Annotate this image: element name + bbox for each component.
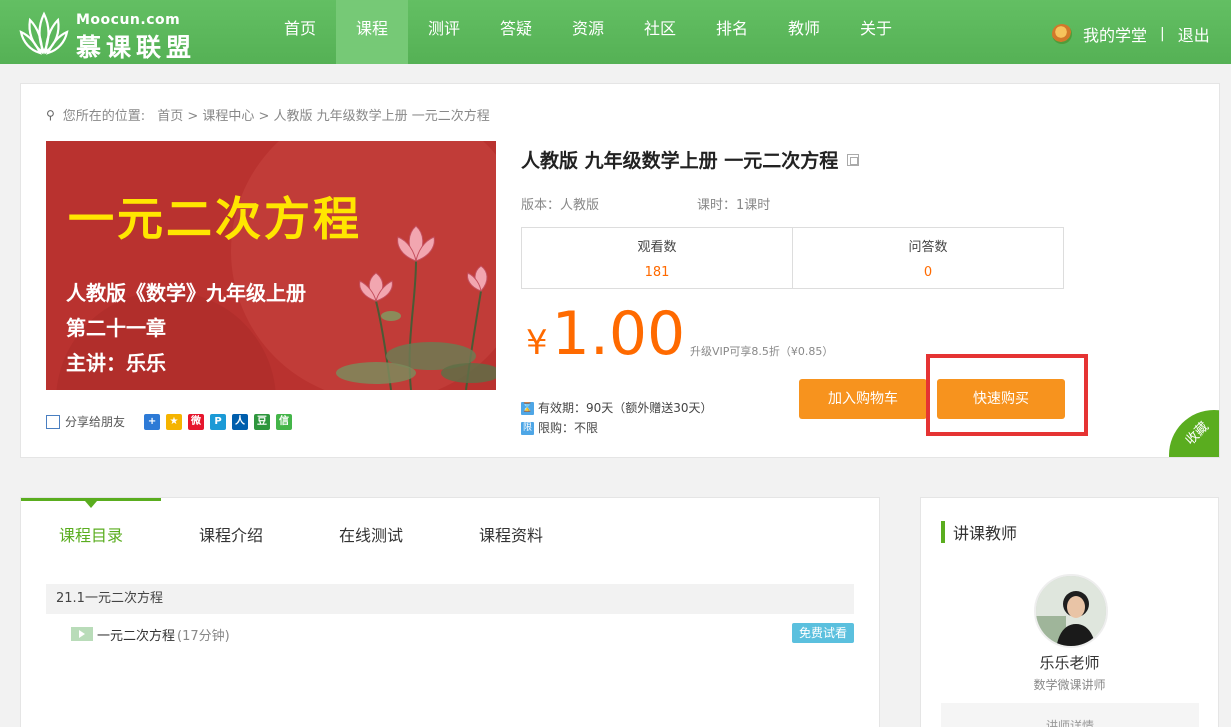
share-qzone-icon[interactable]: ★ <box>166 413 183 430</box>
share-tqq-icon[interactable]: P <box>210 413 227 430</box>
brand-name: 慕课联盟 <box>76 33 197 62</box>
share-icon <box>46 414 60 429</box>
tab-online-test[interactable]: 在线测试 <box>339 522 403 546</box>
breadcrumb-prefix: 您所在的位置: <box>62 109 146 124</box>
nav-courses[interactable]: 课程 <box>336 0 408 64</box>
share-renren-icon[interactable]: 人 <box>232 413 249 430</box>
course-price: ¥ 1.00 <box>526 299 685 369</box>
qa-label: 问答数 <box>908 240 948 255</box>
teacher-avatar[interactable] <box>1034 574 1108 648</box>
site-domain: Moocun.com <box>76 12 181 28</box>
lesson-title[interactable]: 一元二次方程 <box>97 625 175 644</box>
site-logo[interactable]: Moocun.com 慕课联盟 <box>18 6 238 62</box>
tab-materials[interactable]: 课程资料 <box>479 522 543 546</box>
breadcrumb: ⚲ 您所在的位置: 首页 > 课程中心 > 人教版 九年级数学上册 一元二次方程 <box>46 105 490 125</box>
hourglass-icon: ⌛ <box>521 401 534 415</box>
teacher-title: 数学微课讲师 <box>1033 678 1106 692</box>
active-tab-arrow-icon <box>85 501 97 508</box>
teacher-card: 讲课教师 乐乐老师 数学微课讲师 讲师详情 <box>920 497 1219 727</box>
user-menu: 我的学堂 | 退出 <box>1052 22 1210 46</box>
logout-link[interactable]: 退出 <box>1178 22 1210 46</box>
copy-icon[interactable] <box>847 153 860 166</box>
cover-title: 一元二次方程 <box>68 192 362 246</box>
nav-assessment[interactable]: 测评 <box>408 0 480 64</box>
lotus-logo-icon <box>19 11 69 55</box>
nav-about[interactable]: 关于 <box>840 0 912 64</box>
course-version: 版本：人教版 <box>521 198 600 213</box>
lesson-row[interactable]: 一元二次方程 (17分钟) 免费试看 <box>71 623 854 645</box>
my-study-link[interactable]: 我的学堂 <box>1083 22 1147 46</box>
price-value: 1.00 <box>551 299 686 369</box>
share-label: 分享给朋友 <box>65 415 126 429</box>
tab-catalog[interactable]: 课程目录 <box>59 522 123 546</box>
menu-separator: | <box>1160 26 1165 42</box>
cover-subtitle: 人教版《数学》九年级上册 <box>66 281 306 305</box>
nav-resources[interactable]: 资源 <box>552 0 624 64</box>
course-tabs: 课程目录 课程介绍 在线测试 课程资料 <box>21 498 879 566</box>
limit-text: 限购：不限 <box>538 421 599 435</box>
play-icon[interactable] <box>71 627 93 641</box>
share-douban-icon[interactable]: 豆 <box>254 413 271 430</box>
free-trial-button[interactable]: 免费试看 <box>791 623 854 643</box>
course-summary-card: ⚲ 您所在的位置: 首页 > 课程中心 > 人教版 九年级数学上册 一元二次方程 <box>20 83 1220 458</box>
course-stats: 观看数 181 问答数 0 <box>521 227 1064 289</box>
views-label: 观看数 <box>637 240 677 255</box>
tab-intro[interactable]: 课程介绍 <box>199 522 263 546</box>
favorite-badge[interactable]: 收藏 <box>1169 410 1219 457</box>
teacher-heading-text: 讲课教师 <box>953 524 1018 543</box>
course-hours: 课时：1课时 <box>697 198 771 213</box>
highlight-box <box>926 354 1088 436</box>
nav-qa[interactable]: 答疑 <box>480 0 552 64</box>
cover-chapter: 第二十一章 <box>66 316 166 340</box>
course-cover-image[interactable]: 一元二次方程 人教版《数学》九年级上册 第二十一章 主讲：乐乐 <box>46 141 496 390</box>
course-content-card: 课程目录 课程介绍 在线测试 课程资料 21.1一元二次方程 一元二次方程 (1… <box>20 497 880 727</box>
lesson-duration: (17分钟) <box>177 628 230 644</box>
cover-lecturer: 主讲：乐乐 <box>66 351 166 375</box>
qa-count: 0 <box>923 265 933 280</box>
top-navbar: Moocun.com 慕课联盟 首页 课程 测评 答疑 资源 社区 排名 教师 … <box>0 0 1231 64</box>
share-wechat-icon[interactable]: 信 <box>276 413 293 430</box>
chapter-header[interactable]: 21.1一元二次方程 <box>46 584 854 614</box>
nav-ranking[interactable]: 排名 <box>696 0 768 64</box>
currency-symbol: ¥ <box>526 323 548 363</box>
validity-text: 有效期：90天（额外赠送30天） <box>538 401 713 415</box>
teacher-name[interactable]: 乐乐老师 <box>921 652 1218 673</box>
nav-home[interactable]: 首页 <box>264 0 336 64</box>
heading-accent-bar <box>941 521 945 543</box>
views-count: 181 <box>644 265 670 280</box>
teacher-photo <box>1036 576 1106 646</box>
views-stat: 观看数 181 <box>522 228 792 288</box>
limit-icon: 限 <box>521 421 534 435</box>
breadcrumb-path[interactable]: 首页 > 课程中心 > 人教版 九年级数学上册 一元二次方程 <box>157 105 490 124</box>
user-avatar-icon[interactable] <box>1052 24 1072 44</box>
location-pin-icon: ⚲ <box>46 107 55 122</box>
teacher-heading: 讲课教师 <box>941 520 1017 544</box>
vip-discount-note[interactable]: 升级VIP可享8.5折（¥0.85） <box>690 343 833 359</box>
nav-community[interactable]: 社区 <box>624 0 696 64</box>
qa-stat: 问答数 0 <box>792 228 1063 288</box>
favorite-label: 收藏 <box>1182 419 1212 449</box>
share-bar: 分享给朋友 + ★ 微 P 人 豆 信 <box>46 413 293 430</box>
add-to-cart-button[interactable]: 加入购物车 <box>799 379 927 419</box>
course-title-text: 人教版 九年级数学上册 一元二次方程 <box>521 150 839 172</box>
share-more-icon[interactable]: + <box>144 413 161 430</box>
teacher-details-section[interactable]: 讲师详情 <box>941 703 1199 727</box>
course-title: 人教版 九年级数学上册 一元二次方程 <box>521 146 860 173</box>
share-weibo-icon[interactable]: 微 <box>188 413 205 430</box>
main-nav: 首页 课程 测评 答疑 资源 社区 排名 教师 关于 <box>264 0 912 64</box>
nav-teachers[interactable]: 教师 <box>768 0 840 64</box>
purchase-terms: ⌛ 有效期：90天（额外赠送30天） 限 限购：不限 <box>521 398 713 438</box>
